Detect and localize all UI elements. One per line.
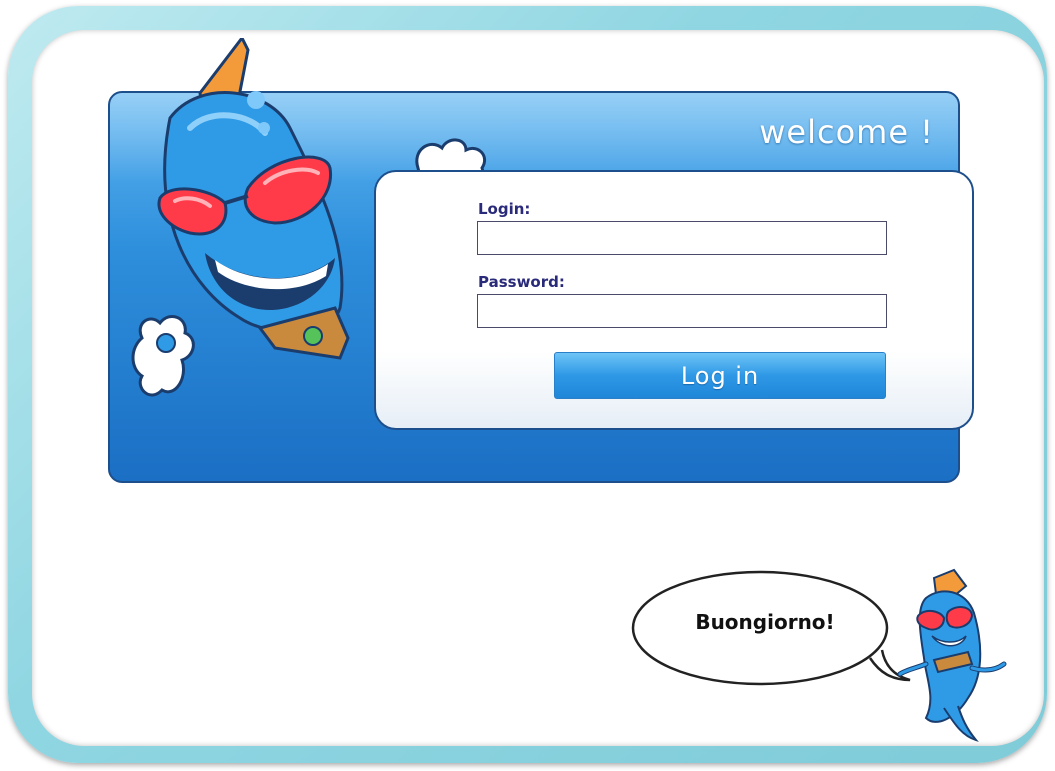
speech-bubble-text: Buongiorno! <box>695 610 835 634</box>
login-button[interactable]: Log in <box>554 352 886 399</box>
welcome-title: welcome ! <box>759 113 934 151</box>
login-input[interactable] <box>477 221 887 255</box>
small-mascot-illustration <box>897 568 1007 742</box>
password-label: Password: <box>478 273 565 291</box>
login-label: Login: <box>478 200 531 218</box>
password-input[interactable] <box>477 294 887 328</box>
